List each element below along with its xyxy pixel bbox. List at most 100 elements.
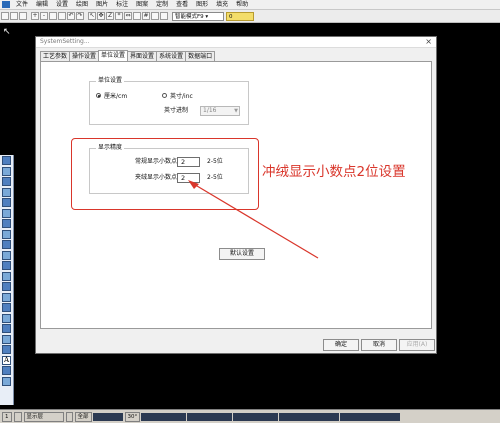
tab-units[interactable]: 单位设置	[98, 50, 129, 61]
status-field	[233, 412, 279, 421]
circle-tool-icon[interactable]	[2, 208, 11, 218]
imperial-radio[interactable]: 英寸/inc	[162, 91, 193, 100]
tab-process-params[interactable]: 工艺参数	[40, 51, 71, 61]
open-icon[interactable]	[10, 12, 18, 20]
mode-select[interactable]: 智能模式F9 ▾	[172, 11, 224, 21]
all-button[interactable]: 全部	[74, 411, 92, 422]
metric-label: 厘米/cm	[104, 93, 128, 100]
status-bar: 1 显示层 全部 30°	[0, 409, 500, 423]
dialog-title: SystemSetting...	[40, 38, 90, 45]
menu-draw[interactable]: 绘图	[72, 0, 92, 9]
prev-icon[interactable]	[65, 411, 73, 422]
status-field	[279, 412, 340, 421]
menu-file[interactable]: 文件	[12, 0, 32, 9]
status-field	[187, 412, 233, 421]
unit-group-label: 单位设置	[96, 77, 125, 85]
tab-interface[interactable]: 界面设置	[127, 51, 158, 61]
tab-operation[interactable]: 操作设置	[69, 51, 100, 61]
pen-tool-icon[interactable]	[2, 313, 11, 323]
page-indicator: 1	[2, 411, 12, 422]
canvas-cursor-icon: ↖	[3, 27, 11, 37]
toolbar: + - ↶ ↷ ↖ ✥ Z * ⇔ # 智能模式F9 ▾ 0	[0, 10, 500, 23]
color-tool-icon[interactable]	[2, 376, 11, 386]
tab-strip: 工艺参数 操作设置 单位设置 界面设置 系统设置 数据端口	[40, 50, 216, 61]
cancel-button[interactable]: 取消	[361, 339, 397, 351]
rotate-tool-icon[interactable]	[2, 271, 11, 281]
select-tool-icon[interactable]	[2, 156, 11, 165]
rect-tool-icon[interactable]	[2, 198, 11, 207]
menu-pattern[interactable]: 图案	[132, 0, 152, 9]
polygon-tool-icon[interactable]	[2, 229, 11, 239]
highlight-box	[71, 138, 259, 210]
grid-icon[interactable]: #	[142, 12, 150, 20]
mirror-tool-icon[interactable]	[2, 261, 11, 270]
fill-tool-icon[interactable]	[2, 240, 11, 249]
tab-system[interactable]: 系统设置	[156, 51, 187, 61]
radio-selected-icon	[96, 93, 101, 98]
close-icon[interactable]: ×	[425, 37, 432, 46]
annotation-text: 冲绒显示小数点2位设置	[262, 164, 406, 180]
unit-group: 单位设置 厘米/cm 英寸/inc 英寸进制 1/16 ▼	[89, 77, 249, 125]
left-toolbar: A	[0, 155, 14, 405]
apply-button[interactable]: 应用(A)	[399, 339, 435, 351]
menu-shape[interactable]: 图形	[192, 0, 212, 9]
menu-fill[interactable]: 填充	[212, 0, 232, 9]
menu-settings[interactable]: 设置	[52, 0, 72, 9]
menu-annotate[interactable]: 标注	[112, 0, 132, 9]
value-input[interactable]: 0	[226, 11, 254, 21]
redo-icon[interactable]: ↷	[76, 12, 84, 20]
offset-tool-icon[interactable]	[2, 250, 11, 260]
scale-tool-icon[interactable]	[2, 282, 11, 291]
node-tool-icon[interactable]	[2, 166, 11, 176]
menu-bar: 文件 编辑 设置 绘图 图片 标注 图案 定制 查看 图形 填充 帮助	[0, 0, 500, 10]
layer-select[interactable]: 显示层	[23, 411, 64, 422]
pattern-tool-icon[interactable]	[2, 334, 11, 344]
color-icon[interactable]	[151, 12, 159, 20]
menu-edit[interactable]: 编辑	[32, 0, 52, 9]
text-tool-icon[interactable]: A	[2, 355, 11, 365]
flip-icon[interactable]: ⇔	[124, 12, 132, 20]
zoom-out-icon[interactable]: -	[40, 12, 48, 20]
status-icon	[13, 411, 22, 422]
quilt-tool-icon[interactable]	[2, 366, 11, 375]
ok-button[interactable]: 确定	[323, 339, 359, 351]
menu-image[interactable]: 图片	[92, 0, 112, 9]
new-icon[interactable]	[1, 12, 9, 20]
text-icon[interactable]: Z	[106, 12, 114, 20]
thread-icon[interactable]	[160, 12, 168, 20]
measure-tool-icon[interactable]	[2, 303, 11, 312]
zoom-in-icon[interactable]: +	[31, 12, 39, 20]
undo-icon[interactable]: ↶	[67, 12, 75, 20]
menu-help[interactable]: 帮助	[232, 0, 252, 9]
radio-empty-icon	[162, 93, 167, 98]
cursor-icon[interactable]: ↖	[88, 12, 96, 20]
cut-tool-icon[interactable]	[2, 345, 11, 354]
default-settings-button[interactable]: 默认设置	[219, 248, 265, 260]
status-field	[340, 412, 401, 421]
tab-data-port[interactable]: 数据端口	[185, 51, 216, 61]
save-icon[interactable]	[19, 12, 27, 20]
angle-field[interactable]: 30°	[124, 411, 141, 422]
line-tool-icon[interactable]	[2, 177, 11, 186]
chevron-down-icon: ▼	[234, 108, 238, 114]
inch-base-select[interactable]: 1/16 ▼	[200, 106, 240, 116]
stitch-tool-icon[interactable]	[2, 324, 11, 333]
arc-tool-icon[interactable]	[2, 219, 11, 228]
dialog-titlebar: SystemSetting... ×	[36, 37, 436, 48]
stitch-icon[interactable]	[133, 12, 141, 20]
zoom-fit-icon[interactable]	[58, 12, 66, 20]
metric-radio[interactable]: 厘米/cm	[96, 91, 127, 100]
star-icon[interactable]: *	[115, 12, 123, 20]
status-field	[92, 412, 123, 421]
zoom-window-icon[interactable]	[49, 12, 57, 20]
move-icon[interactable]: ✥	[97, 12, 105, 20]
app-icon	[2, 1, 10, 8]
array-tool-icon[interactable]	[2, 292, 11, 302]
curve-tool-icon[interactable]	[2, 187, 11, 197]
status-field	[141, 412, 187, 421]
imperial-label: 英寸/inc	[170, 93, 193, 100]
menu-view[interactable]: 查看	[172, 0, 192, 9]
menu-custom[interactable]: 定制	[152, 0, 172, 9]
inch-base-label: 英寸进制	[164, 107, 189, 114]
inch-base-value: 1/16	[203, 107, 217, 114]
